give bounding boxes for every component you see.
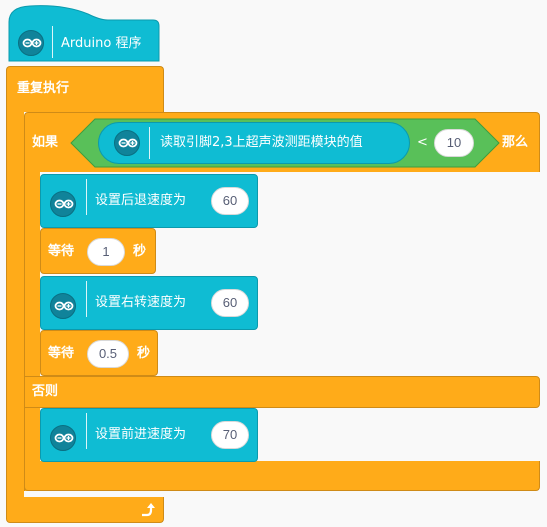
set-right-turn-speed-label: 设置右转速度为 [95,295,187,310]
seconds-unit-label: 秒 [133,244,147,259]
arduino-icon [50,425,76,451]
set-forward-speed-block[interactable]: 设置前进速度为 70 [40,408,258,462]
right-turn-speed-input[interactable]: 60 [211,289,249,317]
sensor-reporter-label: 读取引脚2,3上超声波测距模块的值 [160,135,363,150]
set-backward-speed-label: 设置后退速度为 [95,193,187,208]
icon-separator [86,413,87,449]
wait-label: 等待 [48,244,75,259]
if-else-bottom-bar [24,461,540,491]
then-label: 那么 [502,135,529,150]
hat-block-label: Arduino 程序 [61,36,142,51]
forever-left-arm [6,111,24,499]
forward-speed-input[interactable]: 70 [211,421,249,449]
set-forward-speed-label: 设置前进速度为 [95,427,187,442]
arduino-icon [50,293,76,319]
forever-bottom-bar[interactable] [6,497,164,523]
arduino-icon [50,191,76,217]
wait-block-1[interactable]: 等待 1 秒 [40,228,156,274]
threshold-input[interactable]: 10 [434,129,474,157]
if-label: 如果 [32,135,59,150]
arduino-icon [18,30,44,56]
else-label: 否则 [32,384,59,399]
arduino-icon [114,130,140,156]
set-right-turn-speed-block[interactable]: 设置右转速度为 60 [40,276,258,330]
wait-seconds-input[interactable]: 0.5 [87,340,129,368]
icon-separator [149,127,150,159]
wait-block-2[interactable]: 等待 0.5 秒 [40,330,158,376]
icon-separator [86,179,87,215]
wait-label: 等待 [48,346,75,361]
wait-seconds-input[interactable]: 1 [87,238,125,266]
backward-speed-input[interactable]: 60 [211,187,249,215]
if-left-arm [24,171,40,491]
forever-block[interactable]: 重复执行 [6,66,164,112]
forever-block-label: 重复执行 [17,81,70,96]
icon-separator [52,26,53,58]
set-backward-speed-block[interactable]: 设置后退速度为 60 [40,174,258,228]
icon-separator [86,281,87,317]
else-bar: 否则 [24,376,540,408]
arduino-program-hat-block[interactable]: Arduino 程序 [8,4,160,62]
loop-arrow-icon [142,503,155,517]
ultrasonic-sensor-reporter[interactable]: 读取引脚2,3上超声波测距模块的值 [98,122,410,164]
operator-symbol: < [417,135,428,150]
seconds-unit-label: 秒 [137,346,151,361]
